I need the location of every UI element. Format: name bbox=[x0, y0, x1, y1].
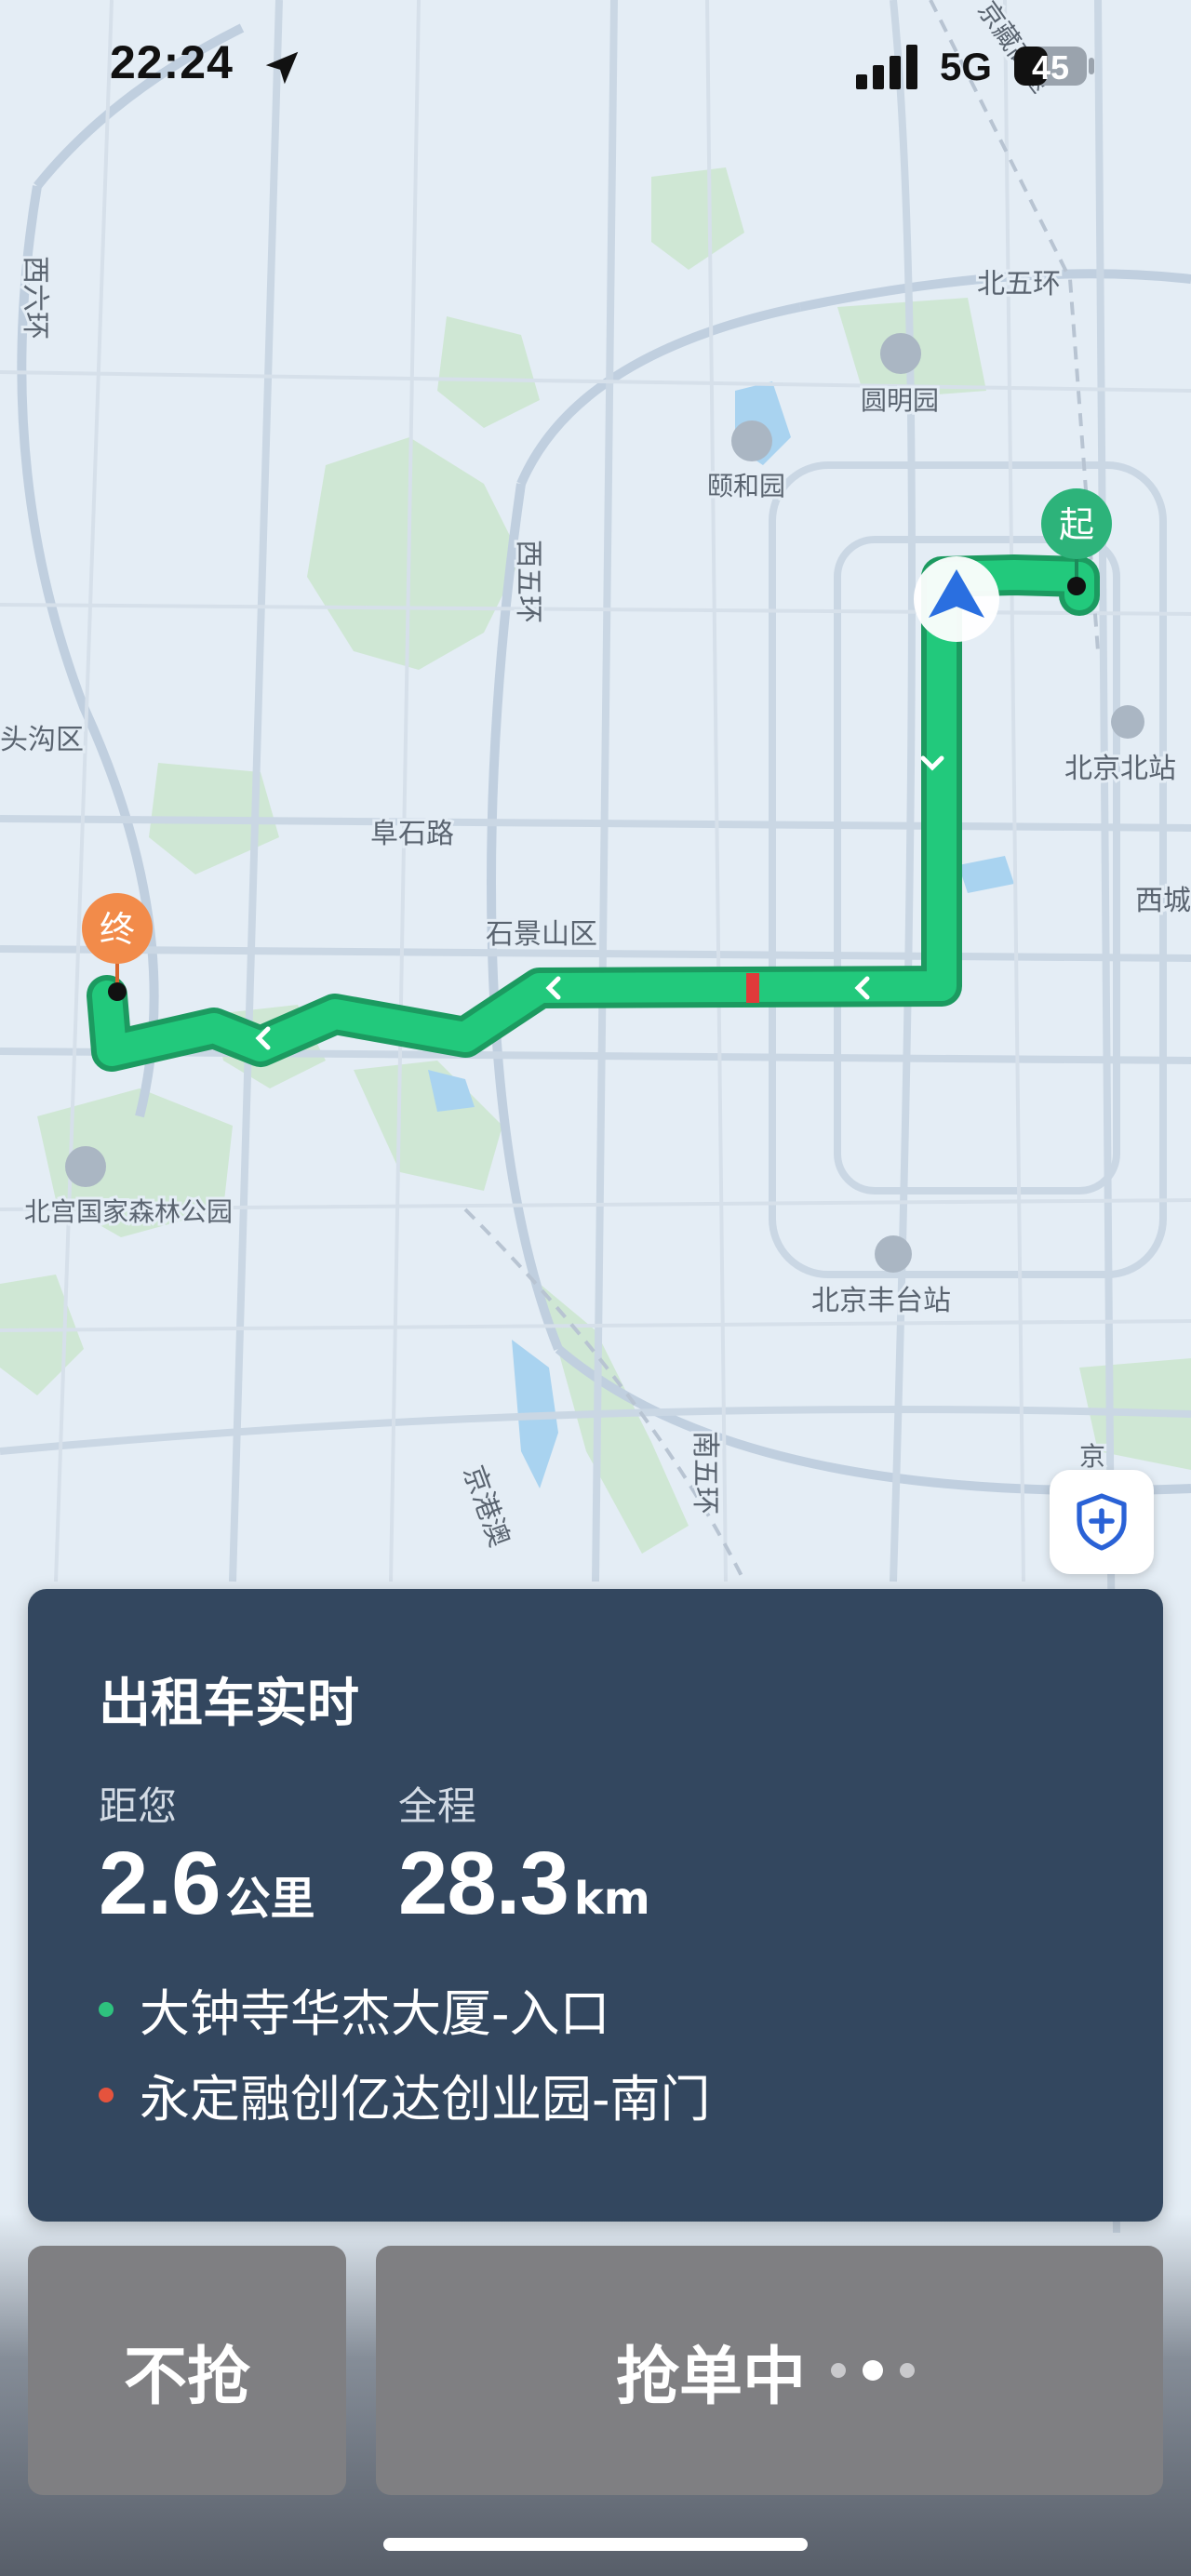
order-card: 出租车实时 距您 全程 2.6 公里 28.3 km 大钟寺华杰大厦-入口 永定融创… bbox=[28, 1589, 1163, 2222]
loading-dots-icon bbox=[823, 2360, 923, 2381]
grab-order-label: 抢单中 bbox=[615, 2340, 806, 2414]
map-label: 西六环 bbox=[19, 256, 51, 340]
skip-order-label: 不抢 bbox=[123, 2340, 250, 2414]
distance-value: 2.6 bbox=[99, 1834, 221, 1933]
pickup-text: 大钟寺华杰大厦-入口 bbox=[140, 1984, 610, 2043]
battery-level: 45 bbox=[1031, 48, 1070, 87]
pickup-dot-icon bbox=[99, 2001, 114, 2017]
signal-icon bbox=[856, 45, 917, 89]
pickup-address: 大钟寺华杰大厦-入口 bbox=[99, 1972, 610, 2046]
map-label: 南五环 bbox=[689, 1431, 721, 1515]
map-label: 北五环 bbox=[977, 268, 1061, 300]
end-marker-label: 终 bbox=[100, 909, 135, 950]
map-label: 颐和园 bbox=[707, 471, 785, 501]
start-marker-label: 起 bbox=[1059, 504, 1094, 545]
card-title: 出租车实时 bbox=[99, 1674, 359, 1734]
total-label: 全程 bbox=[398, 1783, 477, 1829]
distance-value-group: 2.6 公里 bbox=[99, 1833, 314, 1935]
skip-order-button[interactable]: 不抢 bbox=[28, 2246, 346, 2495]
total-value-group: 28.3 km bbox=[398, 1833, 650, 1935]
map-label: 西五环 bbox=[512, 540, 544, 623]
map-label: 北宫国家森林公园 bbox=[24, 1196, 233, 1227]
status-bar: 22:24 5G 45 bbox=[0, 0, 1191, 140]
grab-order-button[interactable]: 抢单中 bbox=[376, 2246, 1163, 2495]
congestion-segment bbox=[746, 973, 759, 1003]
map-label: 北京丰台站 bbox=[811, 1285, 951, 1317]
network-type: 5G bbox=[940, 45, 993, 88]
status-time: 22:24 bbox=[110, 36, 234, 88]
map-label: 阜石路 bbox=[370, 818, 454, 850]
map-label: 圆明园 bbox=[861, 385, 939, 416]
map-label: 北京北站 bbox=[1064, 753, 1176, 785]
map-label: 石景山区 bbox=[486, 918, 597, 951]
dropoff-dot-icon bbox=[99, 2087, 114, 2102]
map-label: 京 bbox=[1079, 1441, 1105, 1472]
safety-button[interactable] bbox=[1050, 1470, 1154, 1574]
total-unit: km bbox=[573, 1873, 650, 1925]
dropoff-address: 永定融创亿达创业园-南门 bbox=[99, 2058, 710, 2131]
map-label: 西城 bbox=[1135, 885, 1191, 917]
current-location-marker bbox=[914, 556, 999, 642]
location-arrow-icon bbox=[265, 51, 299, 85]
distance-unit: 公里 bbox=[225, 1873, 315, 1925]
dropoff-text: 永定融创亿达创业园-南门 bbox=[140, 2070, 711, 2129]
map-label: 头沟区 bbox=[0, 724, 84, 756]
distance-label: 距您 bbox=[99, 1783, 178, 1829]
total-value: 28.3 bbox=[398, 1834, 569, 1933]
shield-plus-icon bbox=[1077, 1493, 1127, 1551]
home-indicator[interactable] bbox=[383, 2538, 808, 2551]
